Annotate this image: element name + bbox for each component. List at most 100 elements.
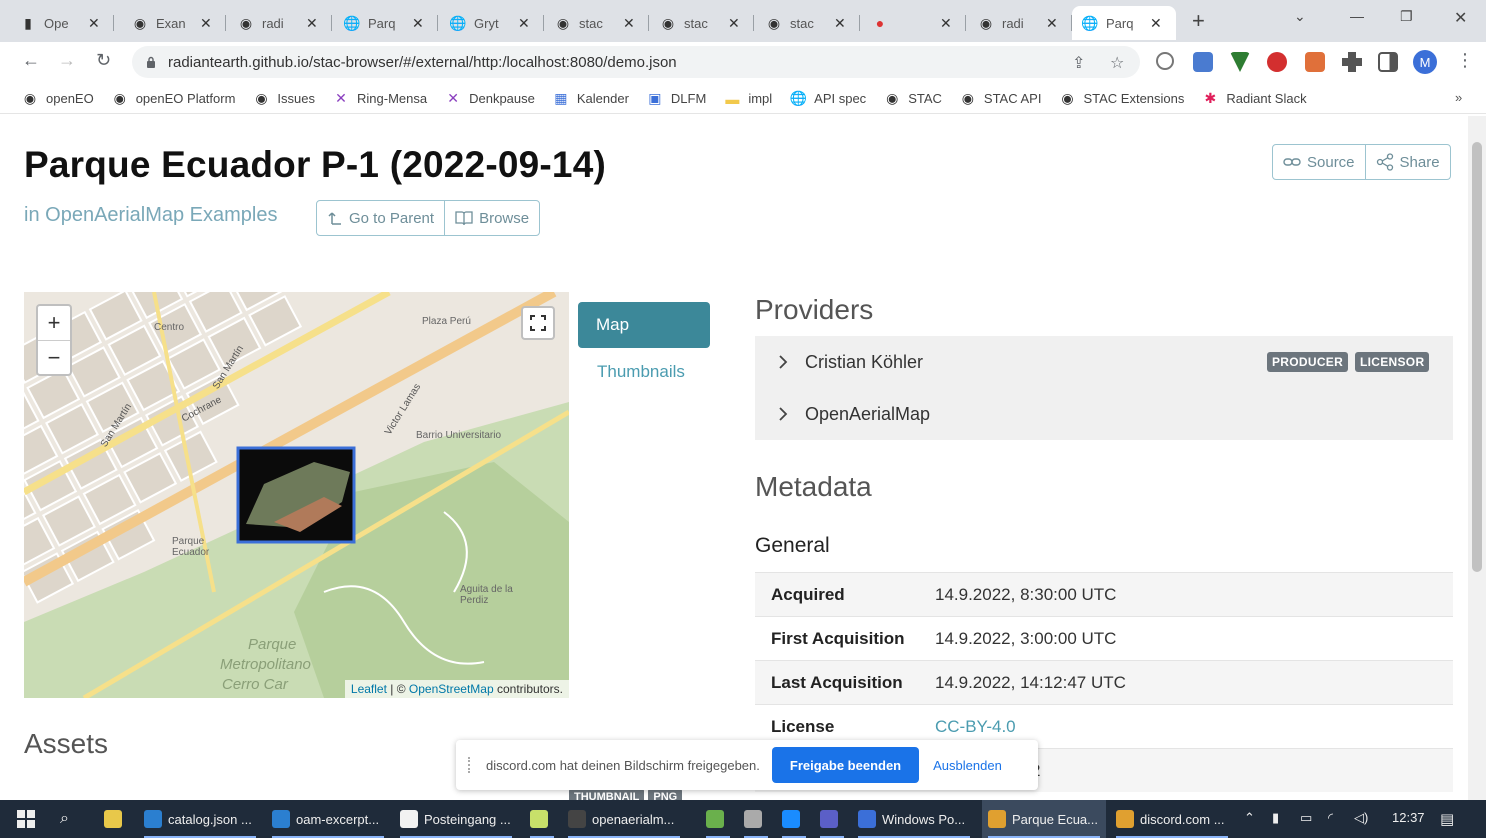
browser-tab[interactable]: 🌐 Gryt ✕ (440, 6, 544, 40)
restore-icon[interactable]: ❐ (1400, 8, 1413, 25)
provider-item[interactable]: Cristian Köhler PRODUCER LICENSOR (755, 336, 1453, 388)
map-view[interactable]: Centro Plaza Perú San Martín San Martín … (24, 292, 569, 698)
tab-map[interactable]: Map (578, 302, 710, 348)
side-panel-icon[interactable] (1378, 52, 1398, 72)
taskbar-app[interactable]: openaerialm... (562, 800, 686, 838)
taskbar-app[interactable]: Posteingang ... (394, 800, 518, 838)
browser-tab[interactable]: ● ✕ (862, 6, 966, 40)
bookmark-item[interactable]: ▬ impl (724, 91, 772, 107)
extension-icon[interactable] (1156, 52, 1174, 70)
extension-icon[interactable] (1230, 52, 1250, 72)
close-tab-icon[interactable]: ✕ (728, 15, 740, 32)
license-link[interactable]: CC-BY-4.0 (935, 717, 1016, 737)
bookmark-item[interactable]: ◉ openEO (22, 90, 94, 107)
share-button[interactable]: Share (1364, 145, 1450, 179)
fullscreen-button[interactable] (521, 306, 555, 340)
extension-icon[interactable] (1305, 52, 1325, 72)
zoom-in-button[interactable]: + (38, 306, 70, 340)
close-tab-icon[interactable]: ✕ (200, 15, 212, 32)
back-icon[interactable]: ← (22, 50, 40, 71)
search-icon[interactable]: ⌕ (54, 800, 75, 838)
close-tab-icon[interactable]: ✕ (834, 15, 846, 32)
taskbar-app[interactable] (700, 800, 736, 838)
menu-kebab-icon[interactable]: ⋮ (1456, 50, 1474, 71)
hide-notice-button[interactable]: Ausblenden (933, 758, 1002, 773)
tab-thumbnails[interactable]: Thumbnails (597, 362, 685, 382)
browser-tab[interactable]: ◉ stac ✕ (650, 6, 754, 40)
bookmark-item[interactable]: 🌐 API spec (789, 90, 866, 107)
wifi-icon[interactable]: ◜ (1328, 810, 1333, 826)
github-icon: ◉ (979, 14, 993, 31)
tray-chevron-icon[interactable]: ⌃ (1244, 810, 1255, 826)
taskbar-app[interactable] (814, 800, 850, 838)
bookmark-item[interactable]: ▦ Kalender (553, 90, 629, 107)
profile-avatar[interactable]: M (1413, 50, 1437, 74)
taskbar-app[interactable] (738, 800, 774, 838)
address-bar[interactable]: radiantearth.github.io/stac-browser/#/ex… (132, 46, 1140, 78)
close-tab-icon[interactable]: ✕ (623, 15, 635, 32)
bookmark-item[interactable]: ✕ Denkpause (445, 90, 535, 107)
close-tab-icon[interactable]: ✕ (306, 15, 318, 32)
close-tab-icon[interactable]: ✕ (88, 15, 100, 32)
forward-icon[interactable]: → (58, 50, 76, 71)
bookmark-star-icon[interactable]: ☆ (1110, 53, 1124, 73)
bookmark-item[interactable]: ◉ Issues (253, 90, 315, 107)
source-button[interactable]: Source (1273, 145, 1365, 179)
start-button[interactable] (10, 800, 42, 838)
close-tab-icon[interactable]: ✕ (940, 15, 952, 32)
clock[interactable]: 12:37 (1392, 810, 1425, 825)
bookmark-item[interactable]: ✕ Ring-Mensa (333, 90, 427, 107)
taskbar-app[interactable]: oam-excerpt... (266, 800, 390, 838)
browser-tab[interactable]: 🌐 Parq ✕ (1072, 6, 1176, 40)
browse-button[interactable]: Browse (444, 201, 539, 235)
close-tab-icon[interactable]: ✕ (1150, 15, 1162, 32)
browser-tab[interactable]: ◉ stac ✕ (756, 6, 860, 40)
share-page-icon[interactable]: ⇪ (1072, 53, 1085, 73)
taskbar-app[interactable]: discord.com ... (1110, 800, 1234, 838)
close-window-icon[interactable]: ✕ (1454, 8, 1467, 28)
globe-icon: 🌐 (1081, 14, 1099, 31)
bookmark-item[interactable]: ◉ openEO Platform (112, 90, 236, 107)
close-tab-icon[interactable]: ✕ (412, 15, 424, 32)
tab-search-icon[interactable]: ⌄ (1294, 8, 1306, 25)
browser-tab[interactable]: 🌐 Parq ✕ (334, 6, 438, 40)
volume-icon[interactable]: ◁) (1354, 810, 1368, 826)
close-tab-icon[interactable]: ✕ (1046, 15, 1058, 32)
scrollbar-thumb[interactable] (1472, 142, 1482, 572)
browser-tab[interactable]: ◉ stac ✕ (545, 6, 649, 40)
drag-handle-icon[interactable] (468, 757, 474, 773)
go-to-parent-button[interactable]: Go to Parent (317, 201, 444, 235)
notifications-icon[interactable]: ▤ (1440, 810, 1454, 828)
zoom-out-button[interactable]: − (38, 340, 70, 374)
bookmarks-more-icon[interactable]: » (1455, 90, 1462, 105)
taskbar-app[interactable]: catalog.json ... (138, 800, 262, 838)
browser-tab[interactable]: ◉ radi ✕ (228, 6, 332, 40)
extension-icon[interactable] (1193, 52, 1213, 72)
provider-item[interactable]: OpenAerialMap (755, 388, 1453, 440)
bookmark-item[interactable]: ◉ STAC API (960, 90, 1042, 107)
taskbar-app[interactable] (524, 800, 560, 838)
minimize-icon[interactable]: — (1350, 8, 1364, 24)
browser-tab[interactable]: ▮ Ope ✕ (10, 6, 114, 40)
page-scrollbar[interactable] (1468, 116, 1486, 800)
tray-app-icon[interactable]: ▮ (1272, 810, 1279, 826)
stop-sharing-button[interactable]: Freigabe beenden (771, 747, 920, 783)
puzzle-icon[interactable] (1342, 52, 1362, 72)
parent-catalog-link[interactable]: OpenAerialMap Examples (45, 204, 277, 226)
file-explorer-icon[interactable] (98, 800, 128, 838)
bookmark-item[interactable]: ◉ STAC (884, 90, 942, 107)
reload-icon[interactable]: ↻ (96, 50, 111, 71)
taskbar-app[interactable]: Parque Ecua... (982, 800, 1106, 838)
taskbar-app[interactable] (776, 800, 812, 838)
osm-link[interactable]: OpenStreetMap (409, 682, 494, 696)
close-tab-icon[interactable]: ✕ (518, 15, 530, 32)
bookmark-item[interactable]: ▣ DLFM (647, 90, 706, 107)
browser-tab[interactable]: ◉ Exan ✕ (122, 6, 226, 40)
new-tab-button[interactable]: + (1192, 8, 1205, 34)
taskbar-app[interactable]: Windows Po... (852, 800, 976, 838)
browser-tab[interactable]: ◉ radi ✕ (968, 6, 1072, 40)
bookmark-item[interactable]: ✱ Radiant Slack (1202, 90, 1307, 107)
bookmark-item[interactable]: ◉ STAC Extensions (1059, 90, 1184, 107)
leaflet-link[interactable]: Leaflet (351, 682, 387, 696)
extension-icon[interactable] (1267, 52, 1287, 72)
